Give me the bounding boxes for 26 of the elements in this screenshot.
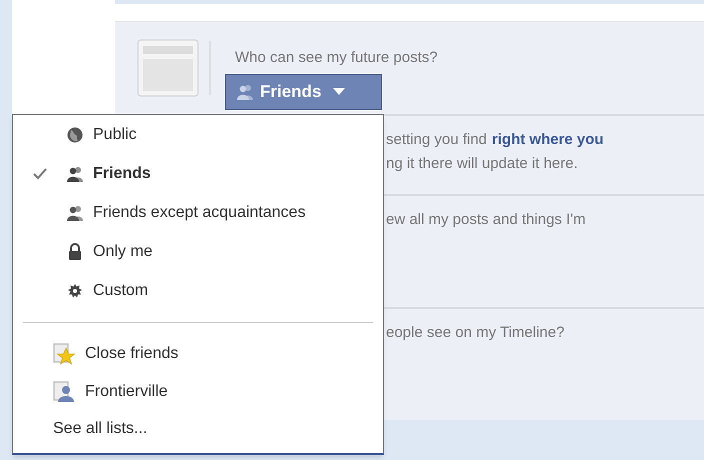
- gear-icon: [68, 284, 82, 298]
- setting-text: ng it there will update it here.: [386, 154, 578, 174]
- menu-item[interactable]: Close friends: [13, 335, 383, 373]
- menu-item[interactable]: Friends except acquaintances: [13, 193, 383, 232]
- setting-text: eople see on my Timeline?: [386, 323, 564, 343]
- post-preview-icon: [137, 39, 213, 97]
- setting-text: setting you find: [386, 130, 487, 150]
- star-list-icon: [53, 343, 75, 365]
- setting-text: ew all my posts and things I'm: [386, 210, 586, 230]
- audience-dropdown[interactable]: Friends: [225, 74, 382, 110]
- people-icon: [66, 204, 84, 220]
- setting-question: Who can see my future posts?: [235, 48, 438, 68]
- lock-icon: [68, 243, 82, 260]
- people-icon: [236, 84, 254, 100]
- globe-icon: [67, 126, 83, 142]
- menu-item[interactable]: Friends: [13, 154, 383, 193]
- menu-item[interactable]: Public: [13, 115, 383, 154]
- caret-icon: [333, 88, 346, 96]
- menu-item[interactable]: Only me: [13, 232, 383, 271]
- checkmark-icon: [33, 168, 47, 180]
- person-list-icon: [53, 381, 75, 403]
- menu-item[interactable]: See all lists...: [13, 411, 148, 447]
- link[interactable]: right where you: [492, 128, 604, 152]
- people-icon: [66, 166, 84, 182]
- menu-item[interactable]: Custom: [13, 271, 383, 310]
- menu-item[interactable]: Frontierville: [13, 373, 383, 411]
